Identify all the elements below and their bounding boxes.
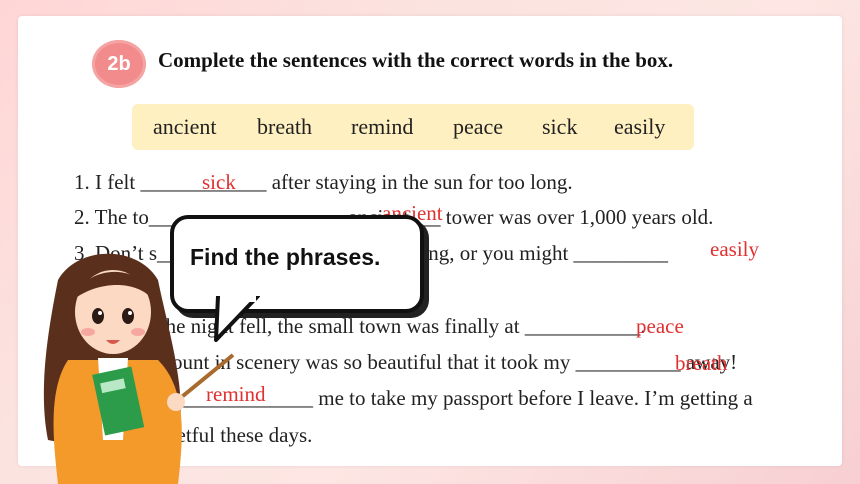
word-box-item: peace xyxy=(453,114,504,139)
answer-3: easily xyxy=(710,237,759,261)
instruction-text: Complete the sentences with the correct … xyxy=(158,48,674,72)
answer-4: peace xyxy=(636,314,684,338)
word-box-item: remind xyxy=(351,114,414,139)
word-box-item: ancient xyxy=(153,114,217,139)
answer-1: sick xyxy=(202,170,236,194)
sentence-5: ount in scenery was so beautiful that it… xyxy=(172,350,738,374)
word-box-item: breath xyxy=(257,114,312,139)
word-box-item: sick xyxy=(542,114,578,139)
teacher-illustration xyxy=(43,253,235,484)
sentence-1: 1. I felt ____________ after staying in … xyxy=(74,170,573,194)
answer-5: breath xyxy=(675,351,728,375)
word-box-item: easily xyxy=(614,114,666,139)
exercise-badge: 2b xyxy=(92,40,146,88)
